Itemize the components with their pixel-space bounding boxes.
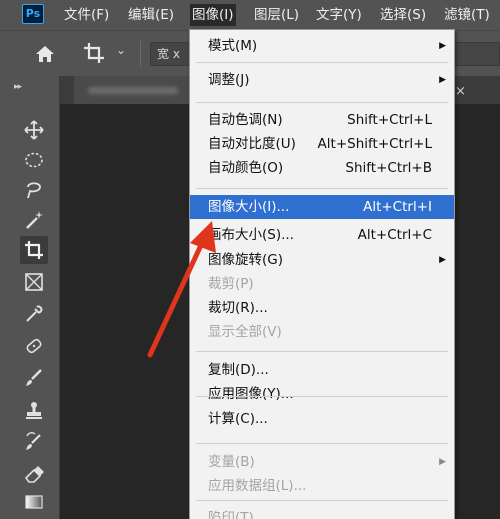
menu-item-label: 模式(M) [208, 38, 258, 54]
menu-item-2[interactable]: 调整(J) ▶ [190, 68, 454, 92]
chevron-down-icon[interactable]: ⌄ [116, 43, 126, 57]
menu-item-13[interactable]: 应用图像(Y)... [190, 382, 454, 406]
ratio-width-field[interactable]: 宽 x [150, 42, 190, 66]
crop-icon[interactable] [20, 236, 48, 264]
elliptical-marquee-icon[interactable] [20, 146, 48, 174]
menu-separator [196, 443, 448, 444]
menu-item-label: 计算(C)... [208, 411, 268, 427]
menu-item-17: 陷印(T)... [190, 506, 454, 519]
menu-separator [196, 102, 448, 103]
menu-item-label: 自动颜色(O) [208, 160, 284, 176]
gradient-icon[interactable] [20, 488, 48, 516]
menu-item-label: 自动色调(N) [208, 112, 283, 128]
tool-panel: ▸▸ [0, 76, 60, 519]
menu-item-shortcut: Alt+Ctrl+C [357, 227, 432, 243]
submenu-arrow-icon: ▶ [439, 457, 446, 467]
photoshop-logo: Ps [22, 4, 44, 24]
menu-item-shortcut: Shift+Ctrl+L [347, 112, 432, 128]
menu-type[interactable]: 文字(Y) [316, 4, 362, 26]
eraser-icon[interactable] [20, 460, 48, 488]
menu-item-shortcut: Alt+Shift+Ctrl+L [317, 136, 432, 152]
magic-wand-icon[interactable] [20, 206, 48, 234]
options-divider [140, 41, 141, 67]
frame-icon[interactable] [20, 268, 48, 296]
menu-item-label: 应用数据组(L)... [208, 478, 307, 494]
menu-item-label: 应用图像(Y)... [208, 386, 294, 402]
home-icon[interactable] [33, 43, 57, 65]
menu-item-label: 自动对比度(U) [208, 136, 296, 152]
menu-item-1[interactable]: 模式(M) ▶ [190, 34, 454, 58]
history-brush-icon[interactable] [20, 428, 48, 456]
panel-collapse-icon[interactable]: ▸▸ [14, 82, 22, 92]
crop-tool-preset-icon[interactable] [82, 41, 108, 65]
document-tab-title-blurred [88, 87, 178, 94]
menu-item-label: 调整(J) [208, 72, 250, 88]
photoshop-window: Ps 文件(F) 编辑(E) 图像(I) 图层(L) 文字(Y) 选择(S) 滤… [0, 0, 500, 519]
close-icon[interactable]: × [455, 84, 466, 99]
submenu-arrow-icon: ▶ [439, 255, 446, 265]
move-icon[interactable] [20, 116, 48, 144]
menu-edit[interactable]: 编辑(E) [128, 4, 174, 26]
menu-item-14[interactable]: 计算(C)... [190, 407, 454, 431]
menu-separator [196, 500, 448, 501]
lasso-icon[interactable] [20, 176, 48, 204]
menu-separator [196, 62, 448, 63]
menu-filter[interactable]: 滤镜(T) [444, 4, 490, 26]
menu-item-shortcut: Shift+Ctrl+B [345, 160, 432, 176]
annotation-arrow-icon [147, 221, 216, 358]
menu-item-16: 应用数据组(L)... [190, 474, 454, 498]
menu-item-label: 陷印(T)... [208, 510, 267, 519]
menu-file[interactable]: 文件(F) [64, 4, 109, 26]
menu-item-label: 变量(B) [208, 454, 255, 470]
clone-stamp-icon[interactable] [20, 396, 48, 424]
eyedropper-icon[interactable] [20, 300, 48, 328]
healing-brush-icon[interactable] [20, 332, 48, 360]
brush-icon[interactable] [20, 364, 48, 392]
menu-select[interactable]: 选择(S) [380, 4, 426, 26]
submenu-arrow-icon: ▶ [439, 75, 446, 85]
menu-separator [196, 188, 448, 189]
menu-image[interactable]: 图像(I) [190, 4, 236, 26]
menu-item-5[interactable]: 自动颜色(O) Shift+Ctrl+B [190, 156, 454, 180]
menu-layer[interactable]: 图层(L) [254, 4, 299, 26]
menu-item-4[interactable]: 自动对比度(U) Alt+Shift+Ctrl+L [190, 132, 454, 156]
submenu-arrow-icon: ▶ [439, 41, 446, 51]
menu-separator [196, 351, 448, 352]
menu-separator [196, 396, 448, 397]
menu-item-15: 变量(B) ▶ [190, 450, 454, 474]
menu-bar: Ps 文件(F) 编辑(E) 图像(I) 图层(L) 文字(Y) 选择(S) 滤… [0, 0, 500, 30]
menu-item-shortcut: Alt+Ctrl+I [363, 199, 432, 215]
menu-item-3[interactable]: 自动色调(N) Shift+Ctrl+L [190, 108, 454, 132]
